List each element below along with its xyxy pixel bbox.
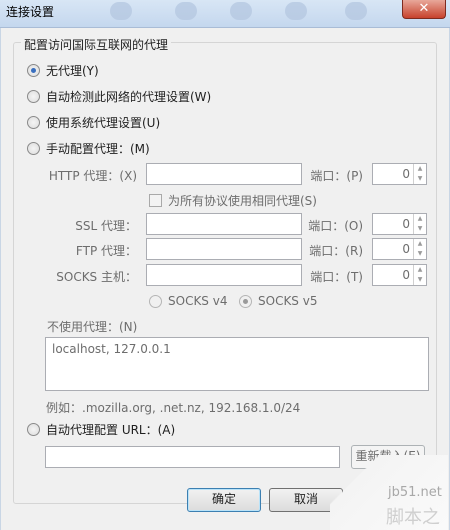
background-icon: [285, 2, 307, 20]
system-proxy-label: 使用系统代理设置(U): [46, 116, 161, 130]
socks-host-input[interactable]: [146, 264, 302, 286]
ssl-proxy-label: SSL 代理：: [75, 219, 137, 233]
down-arrow-icon[interactable]: ▼: [414, 224, 426, 234]
no-proxy-for-textarea[interactable]: localhost, 127.0.0.1: [45, 337, 429, 391]
socks-host-label: SOCKS 主机：: [56, 270, 137, 284]
radio-icon[interactable]: [149, 294, 162, 308]
down-arrow-icon[interactable]: ▼: [414, 275, 426, 285]
http-port-stepper[interactable]: 0 ▲ ▼: [372, 163, 427, 185]
background-icon: [230, 2, 252, 20]
down-arrow-icon[interactable]: ▼: [414, 249, 426, 259]
socks-v5-label: SOCKS v5: [258, 294, 318, 308]
socks-v5-option[interactable]: SOCKS v5: [239, 294, 317, 308]
up-arrow-icon[interactable]: ▲: [414, 164, 426, 174]
no-proxy-for-label: 不使用代理：(N): [47, 320, 138, 334]
http-proxy-input[interactable]: [146, 163, 302, 185]
ssl-port-label: 端口：(O): [308, 219, 363, 233]
ssl-port-value: 0: [402, 217, 410, 231]
radio-icon[interactable]: [27, 142, 40, 155]
ok-button[interactable]: 确定: [187, 488, 261, 512]
socks-port-value: 0: [402, 268, 410, 282]
up-arrow-icon[interactable]: ▲: [414, 265, 426, 275]
radio-icon[interactable]: [27, 90, 40, 103]
socks-port-stepper[interactable]: 0 ▲ ▼: [372, 264, 427, 286]
up-arrow-icon[interactable]: ▲: [414, 214, 426, 224]
ssl-proxy-input[interactable]: [146, 213, 302, 235]
ftp-port-value: 0: [402, 242, 410, 256]
title-bar: 连接设置 ✕: [0, 0, 450, 28]
socks-port-label: 端口：(T): [310, 270, 363, 284]
radio-icon[interactable]: [27, 116, 40, 129]
auto-detect-label: 自动检测此网络的代理设置(W): [46, 90, 212, 104]
group-title: 配置访问国际互联网的代理: [21, 36, 172, 53]
radio-icon[interactable]: [27, 423, 40, 436]
system-proxy-option[interactable]: 使用系统代理设置(U): [27, 114, 160, 131]
same-proxy-checkbox[interactable]: 为所有协议使用相同代理(S): [149, 192, 317, 209]
ftp-port-label: 端口：(R): [309, 244, 363, 258]
checkbox-icon[interactable]: [149, 194, 162, 207]
manual-proxy-label: 手动配置代理：(M): [46, 142, 150, 156]
close-button[interactable]: ✕: [402, 0, 446, 19]
no-proxy-example: 例如：.mozilla.org, .net.nz, 192.168.1.0/24: [46, 401, 301, 415]
socks-v4-label: SOCKS v4: [168, 294, 228, 308]
http-proxy-label: HTTP 代理：(X): [48, 169, 137, 183]
window-title: 连接设置: [6, 5, 55, 19]
watermark: jb51.net 脚本之家: [330, 455, 448, 530]
auto-detect-option[interactable]: 自动检测此网络的代理设置(W): [27, 88, 211, 105]
same-proxy-label: 为所有协议使用相同代理(S): [168, 194, 317, 208]
socks-v4-option[interactable]: SOCKS v4: [149, 294, 227, 308]
no-proxy-option[interactable]: 无代理(Y): [27, 62, 99, 79]
watermark-site: jb51.net: [388, 485, 442, 500]
down-arrow-icon[interactable]: ▼: [414, 174, 426, 184]
ftp-port-stepper[interactable]: 0 ▲ ▼: [372, 238, 427, 260]
manual-proxy-option[interactable]: 手动配置代理：(M): [27, 140, 150, 157]
ftp-proxy-label: FTP 代理：: [75, 244, 137, 258]
auto-proxy-url-input[interactable]: [45, 446, 340, 468]
ssl-port-stepper[interactable]: 0 ▲ ▼: [372, 213, 427, 235]
auto-proxy-url-option[interactable]: 自动代理配置 URL：(A): [27, 421, 175, 438]
background-icon: [110, 2, 132, 20]
auto-proxy-url-label: 自动代理配置 URL：(A): [46, 423, 176, 437]
watermark-brand: 脚本之家: [386, 507, 440, 528]
radio-icon[interactable]: [27, 64, 40, 77]
background-icon: [345, 2, 367, 20]
no-proxy-label: 无代理(Y): [46, 64, 99, 78]
up-arrow-icon[interactable]: ▲: [414, 239, 426, 249]
radio-icon[interactable]: [239, 294, 252, 308]
ftp-proxy-input[interactable]: [146, 238, 302, 260]
http-port-value: 0: [402, 167, 410, 181]
http-port-label: 端口：(P): [310, 169, 363, 183]
background-icon: [175, 2, 197, 20]
